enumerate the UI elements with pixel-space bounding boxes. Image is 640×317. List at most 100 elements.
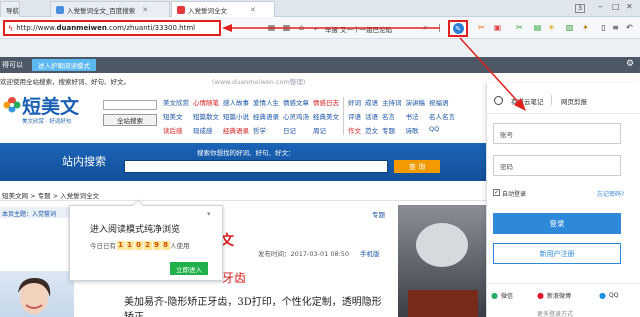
nav-link[interactable]: 爱情人生 bbox=[253, 97, 279, 107]
popup-usage-count: 今日已有 1 1 0 2 9 8 人使用 bbox=[90, 240, 190, 250]
nav-link[interactable]: 现成感 bbox=[193, 125, 219, 135]
nav-link[interactable]: 短美文 bbox=[163, 111, 189, 121]
register-button[interactable]: 新用户注册 bbox=[493, 243, 621, 264]
nav-link[interactable]: 经典语录 bbox=[253, 111, 279, 121]
nav-link[interactable]: 短篇小说 bbox=[223, 111, 249, 121]
nav-link[interactable]: 范文 bbox=[365, 125, 378, 135]
nav-link[interactable]: 经典语录 bbox=[223, 125, 249, 135]
close-icon[interactable]: ✕ bbox=[250, 6, 256, 14]
enter-now-button[interactable]: 立即进入 bbox=[170, 262, 208, 275]
scissors-icon[interactable]: ✂ bbox=[476, 22, 487, 33]
search-suggestion[interactable]: 举报 又一个一姐已沦陷 bbox=[325, 24, 392, 34]
chevron-down-icon[interactable]: ▾ bbox=[207, 210, 211, 218]
nav-link[interactable]: QQ bbox=[429, 125, 455, 133]
tab-count-badge[interactable]: 3 bbox=[575, 4, 585, 13]
more-login-options[interactable]: 更多登录方式 bbox=[537, 309, 573, 317]
article-meta: 发布时间：2017-03-01 08:50 bbox=[258, 250, 350, 258]
ad-headline-tail[interactable]: 牙齿 bbox=[222, 269, 246, 286]
banner-search-input[interactable] bbox=[124, 160, 388, 173]
close-icon[interactable]: ✕ bbox=[142, 6, 148, 14]
nav-link[interactable]: 读后感 bbox=[163, 125, 189, 135]
nav-link[interactable]: 作文 bbox=[348, 125, 361, 135]
nav-link[interactable]: 名言 bbox=[382, 111, 402, 121]
tab-label: 入党誓词全文_百度搜索 bbox=[67, 6, 136, 15]
nav-link[interactable]: 成语 bbox=[365, 97, 378, 107]
logo-flower-icon bbox=[2, 93, 22, 121]
nav-link[interactable]: 专题 bbox=[382, 125, 402, 135]
tab-youdao-note[interactable]: 有道云笔记 bbox=[511, 96, 544, 106]
weibo-login[interactable]: ● 新浪微博 bbox=[537, 291, 571, 300]
nav-link[interactable]: 短篇散文 bbox=[193, 111, 219, 121]
nav-link[interactable]: 哲学 bbox=[253, 125, 279, 135]
star-icon[interactable]: ✦ bbox=[580, 22, 591, 33]
nav-column: 演讲稿 书法 诗歌 bbox=[406, 97, 426, 135]
nav-link[interactable]: 心情随笔 bbox=[193, 97, 219, 107]
site-search-button[interactable]: 全站搜索 bbox=[103, 114, 157, 126]
ad-portrait-image[interactable] bbox=[0, 271, 74, 317]
login-button[interactable]: 登录 bbox=[493, 213, 621, 234]
gear-icon[interactable]: ⚙ bbox=[626, 59, 634, 69]
breadcrumb: 短美文网 > 专题 > 入党誓词全文 bbox=[2, 192, 100, 200]
sun-icon[interactable]: ☀ bbox=[546, 22, 557, 33]
lock-icon[interactable]: ⌂ bbox=[296, 22, 307, 33]
nav-link[interactable]: 话语 bbox=[365, 111, 378, 121]
tab-label: 导航 bbox=[6, 6, 19, 15]
grid-icon[interactable]: ▦ bbox=[266, 22, 277, 33]
nav-link[interactable]: 感人故事 bbox=[223, 97, 249, 107]
nav-column: 情感文章 心灵鸡汤 日记 bbox=[283, 97, 309, 135]
enter-reading-mode-button[interactable]: 进入护眼阅读模式 bbox=[32, 59, 96, 71]
banner-search-button[interactable]: 查 询 bbox=[394, 160, 440, 173]
chevron-down-icon[interactable]: ⌄ bbox=[310, 22, 321, 33]
qq-login[interactable]: ● QQ bbox=[599, 291, 618, 300]
minimize-icon[interactable]: – bbox=[598, 2, 603, 12]
nav-link[interactable]: 名人名言 bbox=[429, 111, 455, 121]
youdao-note-button[interactable]: ✎ bbox=[448, 20, 468, 37]
nav-link[interactable]: 日记 bbox=[283, 125, 309, 135]
auto-login-checkbox[interactable]: ✓ bbox=[493, 189, 500, 196]
grid-apps-icon[interactable]: ▤ bbox=[532, 22, 543, 33]
ad-body-text-2[interactable]: 矫正 bbox=[124, 308, 144, 317]
image-icon[interactable]: ▧ bbox=[564, 22, 575, 33]
usage-digit: 2 bbox=[143, 240, 152, 250]
nav-link[interactable]: 美文欣赏 bbox=[163, 97, 189, 107]
shop-icon[interactable]: ▣ bbox=[492, 22, 503, 33]
url-suffix: .com/zhuanti/33300.html bbox=[106, 24, 196, 32]
ad-body-text[interactable]: 美加易齐-隐形矫正牙齿，3D打印，个性化定制，透明隐形 bbox=[124, 293, 382, 308]
site-search-input[interactable] bbox=[103, 100, 157, 110]
nav-link[interactable]: 评语 bbox=[348, 111, 361, 121]
forgot-password-link[interactable]: 忘记密码? bbox=[597, 189, 624, 198]
mobile-version-link[interactable]: 手机版 bbox=[360, 248, 380, 258]
url-input[interactable]: ϟ http://www.duanmeiwen.com/zhuanti/3330… bbox=[3, 20, 221, 36]
nav-link[interactable]: 周记 bbox=[313, 125, 339, 135]
nav-link[interactable]: 好词 bbox=[348, 97, 361, 107]
nav-link[interactable]: 情感日志 bbox=[313, 97, 339, 107]
side-ad-image[interactable] bbox=[398, 205, 486, 317]
nav-link[interactable]: 书法 bbox=[406, 111, 426, 121]
tab-web-clipper[interactable]: 网页剪报 bbox=[561, 96, 587, 106]
tab-nav[interactable]: 导航 bbox=[0, 1, 20, 17]
green-cut-icon[interactable]: ✂ bbox=[514, 22, 525, 33]
topic-tag-text[interactable]: 本页主题：入党誓词 bbox=[2, 209, 56, 218]
account-field[interactable]: 账号 bbox=[493, 123, 621, 144]
nav-link[interactable]: 诗歌 bbox=[406, 125, 426, 135]
qr-icon[interactable]: ▩ bbox=[281, 22, 292, 33]
search-icon[interactable]: ⌕ bbox=[420, 22, 431, 33]
wechat-login[interactable]: ● 微信 bbox=[491, 291, 513, 300]
password-field[interactable]: 密码 bbox=[493, 155, 621, 176]
nav-link[interactable]: 情感文章 bbox=[283, 97, 309, 107]
undo-icon[interactable]: ↶ bbox=[624, 22, 635, 33]
note-leaf-icon: ✎ bbox=[452, 23, 464, 34]
menu-icon[interactable]: ≡ bbox=[610, 22, 621, 33]
nav-link[interactable]: 主持词 bbox=[382, 97, 402, 107]
tab-active-page[interactable]: 入党誓词全文 ✕ bbox=[171, 1, 275, 17]
site-logo-text[interactable]: 短美文 bbox=[22, 92, 79, 119]
maximize-icon[interactable]: □ bbox=[612, 2, 620, 11]
nav-link[interactable]: 演讲稿 bbox=[406, 97, 426, 107]
topic-link[interactable]: 专题 bbox=[372, 209, 385, 219]
phone-icon[interactable]: ▯ bbox=[598, 22, 609, 33]
nav-link[interactable]: 祝福语 bbox=[429, 97, 455, 107]
nav-link[interactable]: 经典美文 bbox=[313, 111, 339, 121]
close-window-icon[interactable]: ✕ bbox=[626, 2, 633, 11]
tab-baidu-search[interactable]: 入党誓词全文_百度搜索 ✕ bbox=[50, 1, 170, 17]
nav-link[interactable]: 心灵鸡汤 bbox=[283, 111, 309, 121]
